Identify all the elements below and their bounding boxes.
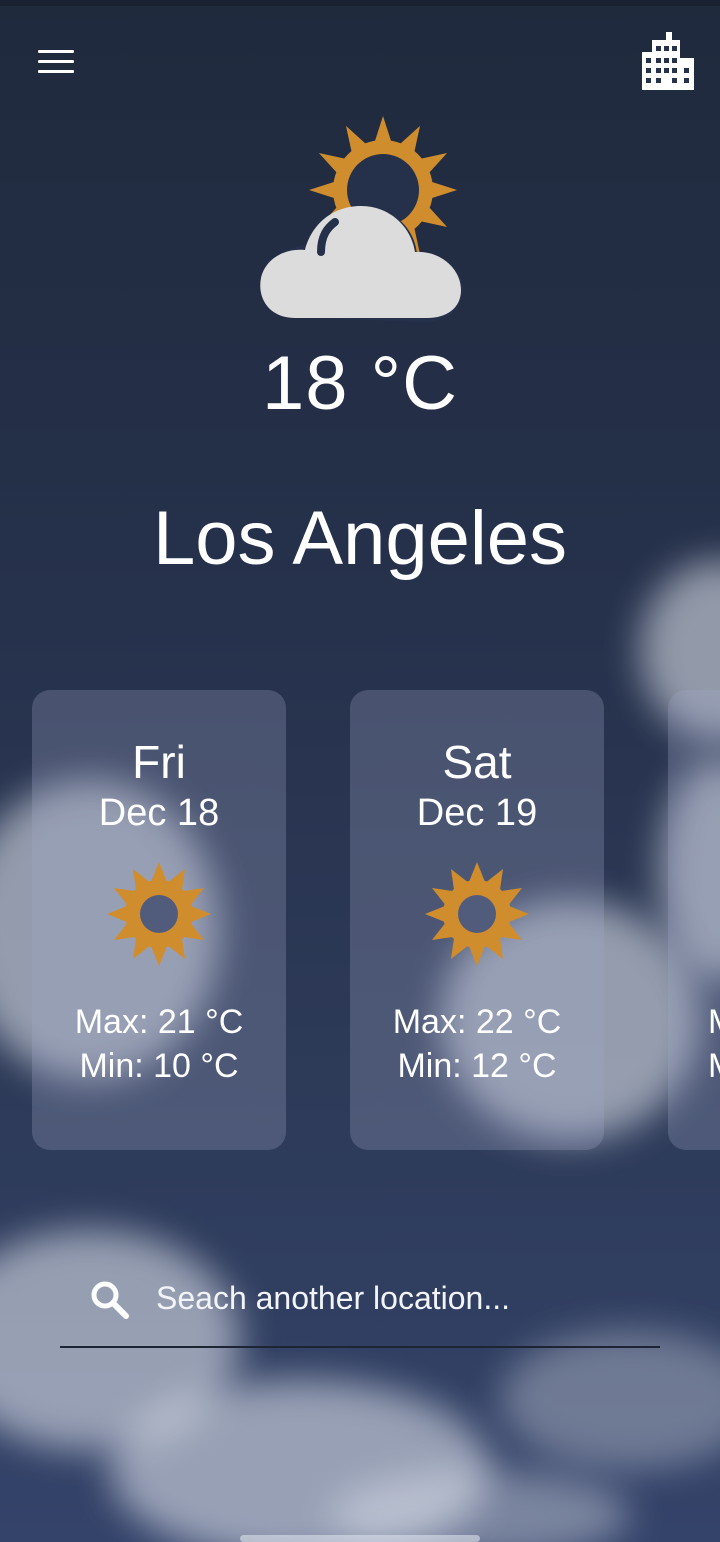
forecast-date: Dec 18 (98, 792, 220, 834)
city-buildings-icon[interactable] (640, 32, 696, 90)
forecast-min: M (708, 1044, 720, 1088)
search-input[interactable] (154, 1272, 638, 1324)
partly-cloudy-icon (260, 116, 464, 322)
search-icon[interactable] (88, 1278, 132, 1322)
search-bar[interactable] (60, 1262, 660, 1348)
hamburger-menu-icon[interactable] (38, 50, 74, 76)
forecast-date: Dec 19 (416, 792, 538, 834)
forecast-day: Sat (442, 736, 512, 788)
forecast-max: Max: 22 °C (392, 1003, 562, 1041)
current-temperature: 18 °C (262, 341, 458, 426)
forecast-card[interactable]: Sat Dec 19 Max: 22 °C Min: 12 °C (350, 690, 604, 1150)
forecast-max: M (708, 1000, 720, 1044)
forecast-day: Fri (132, 736, 186, 788)
home-indicator[interactable] (240, 1535, 480, 1542)
sun-icon (425, 862, 529, 966)
forecast-card-partial[interactable]: M M (668, 690, 720, 1150)
forecast-card[interactable]: Fri Dec 18 Max: 21 °C Min: 10 °C (32, 690, 286, 1150)
city-name: Los Angeles (152, 496, 568, 581)
sun-icon (107, 862, 211, 966)
status-bar (0, 0, 720, 6)
forecast-min: Min: 10 °C (79, 1047, 239, 1085)
forecast-min: Min: 12 °C (397, 1047, 557, 1085)
forecast-max: Max: 21 °C (74, 1003, 244, 1041)
